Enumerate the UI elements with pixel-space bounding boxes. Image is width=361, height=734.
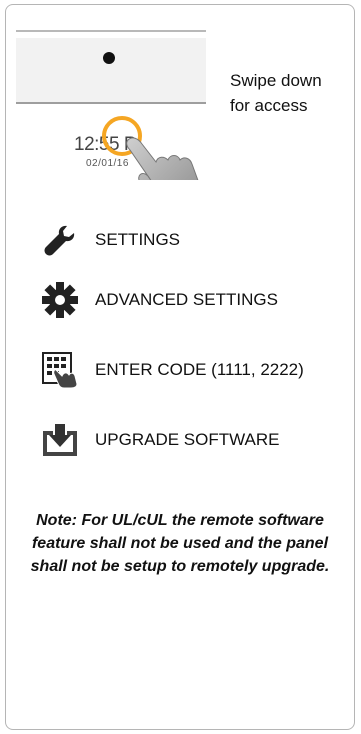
menu-item-advanced-settings[interactable]: ADVANCED SETTINGS: [40, 280, 278, 320]
camera-dot: [103, 52, 115, 64]
instruction-line: for access: [230, 96, 308, 115]
divider: [16, 30, 206, 32]
menu-item-enter-code[interactable]: ENTER CODE (1111, 2222): [40, 350, 304, 390]
gear-icon: [40, 280, 80, 320]
clock-date: 02/01/16: [86, 158, 129, 169]
pointing-hand-icon: [126, 137, 199, 180]
menu-item-settings[interactable]: SETTINGS: [40, 220, 180, 260]
keypad-hand-icon: [40, 350, 80, 390]
wrench-icon: [40, 220, 80, 260]
instruction-line: Swipe down: [230, 71, 322, 90]
panel-screen-illustration: 12:55 P 02/01/16: [16, 30, 206, 180]
pull-down-tab: [16, 38, 206, 102]
menu-item-upgrade-software[interactable]: UPGRADE SOFTWARE: [40, 420, 280, 460]
menu-item-label: ADVANCED SETTINGS: [95, 290, 278, 309]
menu-item-label: SETTINGS: [95, 230, 181, 249]
swipe-instruction: Swipe down for access: [230, 68, 322, 118]
ul-compliance-note: Note: For UL/cUL the remote software fea…: [30, 512, 330, 575]
menu-item-label: ENTER CODE (1111, 2222): [95, 360, 304, 379]
download-box-icon: [40, 420, 80, 460]
menu-item-label: UPGRADE SOFTWARE: [95, 430, 280, 449]
divider: [16, 102, 206, 104]
